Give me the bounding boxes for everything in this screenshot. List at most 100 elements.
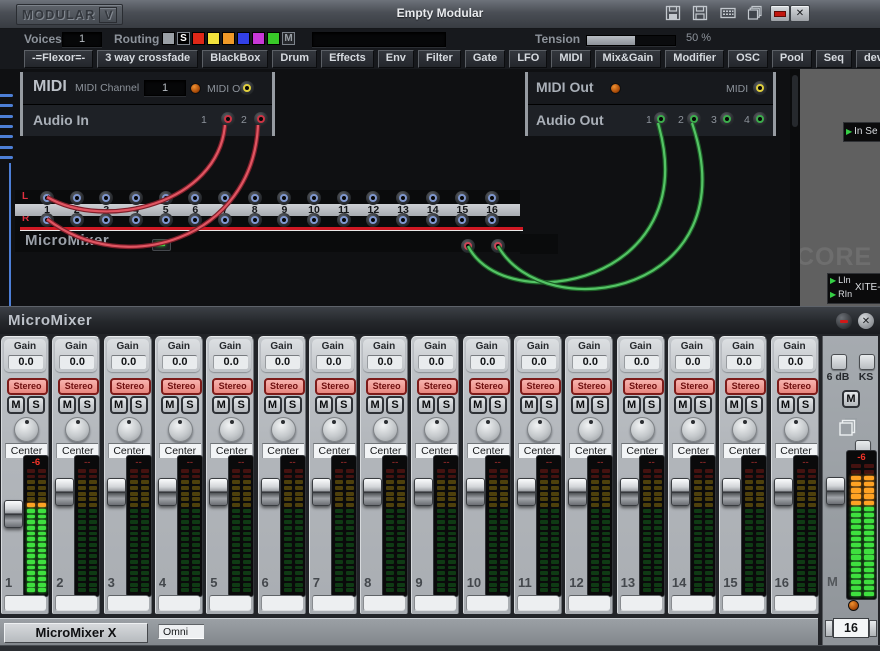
mm-right-in-jack-14[interactable] [426, 213, 440, 227]
channel-name-field[interactable] [363, 595, 405, 611]
minimize-button[interactable] [770, 5, 790, 22]
stereo-button[interactable]: Stereo [58, 378, 99, 395]
solo-button[interactable]: S [643, 396, 661, 414]
pan-knob[interactable] [168, 417, 193, 442]
mm-left-in-jack-5[interactable] [159, 191, 173, 205]
fader-handle[interactable] [55, 478, 74, 506]
mute-button[interactable]: M [212, 396, 230, 414]
menu-item-filter[interactable]: Filter [418, 50, 461, 68]
solo-button[interactable]: S [591, 396, 609, 414]
save-icon[interactable] [664, 5, 682, 21]
gain-value-field[interactable]: 0.0 [624, 355, 659, 369]
cable-green-2[interactable] [498, 123, 702, 289]
mm-left-in-jack-6[interactable] [188, 191, 202, 205]
routing-red-button[interactable] [192, 32, 205, 45]
presets-icon[interactable] [838, 416, 860, 438]
channel-fader[interactable] [3, 459, 23, 591]
channel-fader[interactable] [773, 459, 793, 591]
solo-button[interactable]: S [284, 396, 302, 414]
channel-fader[interactable] [106, 459, 126, 591]
fader-handle[interactable] [620, 478, 639, 506]
fader-handle[interactable] [363, 478, 382, 506]
channel-name-field[interactable] [4, 595, 46, 611]
pan-knob[interactable] [117, 417, 142, 442]
channel-name-field[interactable] [466, 595, 508, 611]
stereo-button[interactable]: Stereo [623, 378, 664, 395]
stereo-button[interactable]: Stereo [110, 378, 151, 395]
gain-value-field[interactable]: 0.0 [213, 355, 248, 369]
mute-button[interactable]: M [110, 396, 128, 414]
mm-left-in-jack-12[interactable] [366, 191, 380, 205]
master-fader-handle[interactable] [826, 477, 845, 505]
gain-value-field[interactable]: 0.0 [316, 355, 351, 369]
fader-handle[interactable] [774, 478, 793, 506]
channel-fader[interactable] [311, 459, 331, 591]
pan-knob[interactable] [219, 417, 244, 442]
channel-name-field[interactable] [722, 595, 764, 611]
channel-fader[interactable] [465, 459, 485, 591]
channel-name-field[interactable] [671, 595, 713, 611]
gain-value-field[interactable]: 0.0 [521, 355, 556, 369]
mute-button[interactable]: M [674, 396, 692, 414]
menu-item-mix-gain[interactable]: Mix&Gain [595, 50, 662, 68]
fader-handle[interactable] [568, 478, 587, 506]
stereo-button[interactable]: Stereo [469, 378, 510, 395]
channel-count-stepper-right[interactable] [869, 620, 877, 637]
menu-item-lfo[interactable]: LFO [509, 50, 547, 68]
mm-power-button[interactable] [152, 239, 171, 251]
gain-value-field[interactable]: 0.0 [418, 355, 453, 369]
layers-icon[interactable] [746, 5, 764, 21]
fader-handle[interactable] [158, 478, 177, 506]
pan-knob[interactable] [322, 417, 347, 442]
pan-knob[interactable] [65, 417, 90, 442]
mute-button[interactable]: M [777, 396, 795, 414]
channel-fader[interactable] [54, 459, 74, 591]
routing-gray-button[interactable] [162, 32, 175, 45]
menu-item-osc[interactable]: OSC [728, 50, 768, 68]
routing-solo-button[interactable]: S [177, 32, 190, 45]
fader-handle[interactable] [107, 478, 126, 506]
routing-green-button[interactable] [267, 32, 280, 45]
solo-button[interactable]: S [745, 396, 763, 414]
menu-item--flexor-[interactable]: -=Flexor=- [24, 50, 93, 68]
audio-in-jack-1[interactable] [221, 112, 235, 126]
pan-knob[interactable] [630, 417, 655, 442]
fader-handle[interactable] [671, 478, 690, 506]
audio-out-jack-2[interactable] [687, 112, 701, 126]
gain-value-field[interactable]: 0.0 [367, 355, 402, 369]
gain-value-field[interactable]: 0.0 [778, 355, 813, 369]
mm-right-in-jack-11[interactable] [337, 213, 351, 227]
solo-button[interactable]: S [181, 396, 199, 414]
mm-out-right-jack[interactable] [491, 239, 505, 253]
channel-name-field[interactable] [774, 595, 816, 611]
mm-right-in-jack-2[interactable] [70, 213, 84, 227]
audio-in-jack-2[interactable] [254, 112, 268, 126]
fader-handle[interactable] [517, 478, 536, 506]
channel-name-field[interactable] [620, 595, 662, 611]
pan-knob[interactable] [373, 417, 398, 442]
channel-fader[interactable] [157, 459, 177, 591]
stereo-button[interactable]: Stereo [725, 378, 766, 395]
solo-button[interactable]: S [232, 396, 250, 414]
channel-fader[interactable] [619, 459, 639, 591]
solo-button[interactable]: S [386, 396, 404, 414]
channel-count-stepper-left[interactable] [825, 620, 833, 637]
channel-name-field[interactable] [517, 595, 559, 611]
fader-handle[interactable] [722, 478, 741, 506]
mute-button[interactable]: M [315, 396, 333, 414]
solo-button[interactable]: S [78, 396, 96, 414]
menu-item-effects[interactable]: Effects [321, 50, 374, 68]
mm-out-left-jack[interactable] [461, 239, 475, 253]
mm-right-in-jack-4[interactable] [129, 213, 143, 227]
pan-knob[interactable] [271, 417, 296, 442]
pan-knob[interactable] [681, 417, 706, 442]
channel-name-field[interactable] [414, 595, 456, 611]
midi-in-jack[interactable] [753, 81, 767, 95]
gain-value-field[interactable]: 0.0 [162, 355, 197, 369]
routing-magenta-button[interactable] [252, 32, 265, 45]
midi-out-jack[interactable] [240, 81, 254, 95]
mm-left-in-jack-11[interactable] [337, 191, 351, 205]
fader-handle[interactable] [209, 478, 228, 506]
solo-button[interactable]: S [27, 396, 45, 414]
menu-item-3-way-crossfade[interactable]: 3 way crossfade [97, 50, 198, 68]
